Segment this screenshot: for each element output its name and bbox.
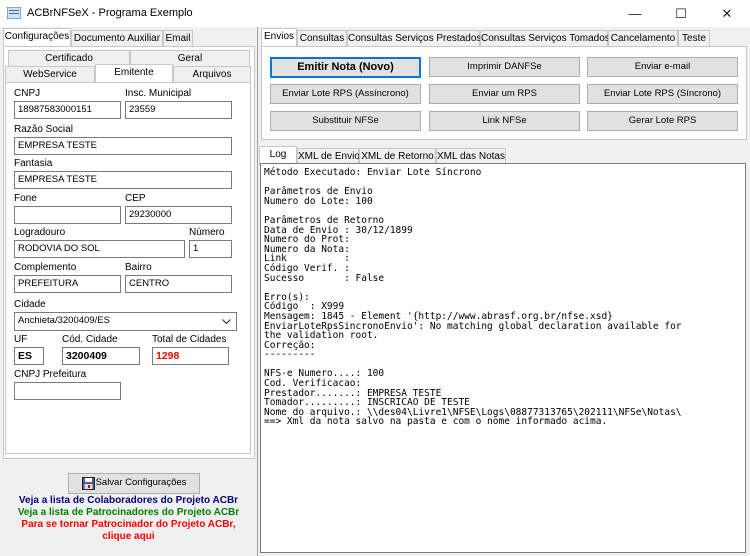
substituir-nfse-button[interactable]: Substituir NFSe xyxy=(270,111,421,131)
imprimir-danfse-button[interactable]: Imprimir DANFSe xyxy=(429,57,580,77)
tab-consultas-prestados[interactable]: Consultas Serviços Prestados xyxy=(347,30,481,47)
subtab-arquivos[interactable]: Arquivos xyxy=(173,66,251,83)
cnpj-prefeitura-label: CNPJ Prefeitura xyxy=(14,369,87,380)
complemento-field[interactable]: PREFEITURA xyxy=(14,275,121,293)
uf-label: UF xyxy=(14,334,28,345)
tornar-patrocinador-link[interactable]: Para se tornar Patrocinador do Projeto A… xyxy=(0,519,257,530)
link-nfse-button[interactable]: Link NFSe xyxy=(429,111,580,131)
cod-cidade-label: Cód. Cidade xyxy=(62,334,118,345)
logradouro-field[interactable]: RODOVIA DO SOL xyxy=(14,240,185,258)
fone-field[interactable] xyxy=(14,206,121,224)
cnpj-field[interactable]: 18987583000151 xyxy=(14,101,121,119)
salvar-configuracoes-label: Salvar Configurações xyxy=(95,477,187,488)
bairro-field[interactable]: CENTRO xyxy=(125,275,232,293)
enviar-email-button[interactable]: Enviar e-mail xyxy=(587,57,738,77)
log-content: Método Executado: Enviar Lote Síncrono P… xyxy=(264,167,682,428)
total-cidades-field[interactable]: 1298 xyxy=(152,347,229,365)
clique-aqui-link[interactable]: clique aqui xyxy=(0,531,257,542)
salvar-configuracoes-button[interactable]: Salvar Configurações xyxy=(68,473,200,494)
cep-field[interactable]: 29230000 xyxy=(125,206,232,224)
cnpj-prefeitura-field[interactable] xyxy=(14,382,121,400)
window-title: ACBrNFSeX - Programa Exemplo xyxy=(27,7,193,19)
maximize-button[interactable]: ☐ xyxy=(658,0,704,27)
tab-documento-auxiliar[interactable]: Documento Auxiliar xyxy=(71,30,163,47)
insc-municipal-field[interactable]: 23559 xyxy=(125,101,232,119)
cidade-label: Cidade xyxy=(14,299,46,310)
colaboradores-link[interactable]: Veja a lista de Colaboradores do Projeto… xyxy=(0,495,257,506)
bairro-label: Bairro xyxy=(125,262,152,273)
chevron-down-icon xyxy=(222,319,231,325)
panel-splitter[interactable] xyxy=(257,27,258,556)
cod-cidade-field[interactable]: 3200409 xyxy=(62,347,140,365)
gerar-lote-rps-button[interactable]: Gerar Lote RPS xyxy=(587,111,738,131)
cidade-select-value: Anchieta/3200409/ES xyxy=(18,315,110,326)
save-icon xyxy=(82,477,95,490)
cnpj-label: CNPJ xyxy=(14,88,41,99)
tab-envios[interactable]: Envios xyxy=(261,28,297,47)
minimize-button[interactable]: — xyxy=(612,0,658,27)
insc-municipal-label: Insc. Municipal xyxy=(125,88,192,99)
tab-consultas-tomados[interactable]: Consultas Serviços Tomados xyxy=(480,30,610,47)
tab-configuracoes[interactable]: Configurações xyxy=(3,28,71,47)
patrocinadores-link[interactable]: Veja a lista de Patrocinadores do Projet… xyxy=(0,507,257,518)
numero-label: Número xyxy=(189,227,225,238)
cep-label: CEP xyxy=(125,193,146,204)
enviar-lote-assincrono-button[interactable]: Enviar Lote RPS (Assíncrono) xyxy=(270,84,421,104)
fantasia-label: Fantasia xyxy=(14,158,53,169)
fone-label: Fone xyxy=(14,193,37,204)
uf-field[interactable]: ES xyxy=(14,347,44,365)
close-button[interactable]: ✕ xyxy=(704,0,750,27)
logradouro-label: Logradouro xyxy=(14,227,66,238)
razao-social-label: Razão Social xyxy=(14,124,73,135)
title-bar: ACBrNFSeX - Programa Exemplo — ☐ ✕ xyxy=(0,0,750,27)
log-textarea[interactable]: Método Executado: Enviar Lote Síncrono P… xyxy=(260,163,746,553)
tab-teste[interactable]: Teste xyxy=(678,30,710,47)
tab-consultas[interactable]: Consultas xyxy=(297,30,347,47)
tab-cancelamento[interactable]: Cancelamento xyxy=(608,30,678,47)
total-cidades-label: Total de Cidades xyxy=(152,334,227,345)
fantasia-field[interactable]: EMPRESA TESTE xyxy=(14,171,232,189)
cidade-select[interactable]: Anchieta/3200409/ES xyxy=(14,312,237,331)
tab-email[interactable]: Email xyxy=(163,30,193,47)
subtab-webservice[interactable]: WebService xyxy=(5,66,95,83)
enviar-um-rps-button[interactable]: Enviar um RPS xyxy=(429,84,580,104)
razao-social-field[interactable]: EMPRESA TESTE xyxy=(14,137,232,155)
enviar-lote-sincrono-button[interactable]: Enviar Lote RPS (Síncrono) xyxy=(587,84,738,104)
app-icon xyxy=(7,7,21,19)
subtab-emitente[interactable]: Emitente xyxy=(95,64,173,83)
emitir-nota-button[interactable]: Emitir Nota (Novo) xyxy=(270,57,421,78)
complemento-label: Complemento xyxy=(14,262,77,273)
numero-field[interactable]: 1 xyxy=(189,240,232,258)
